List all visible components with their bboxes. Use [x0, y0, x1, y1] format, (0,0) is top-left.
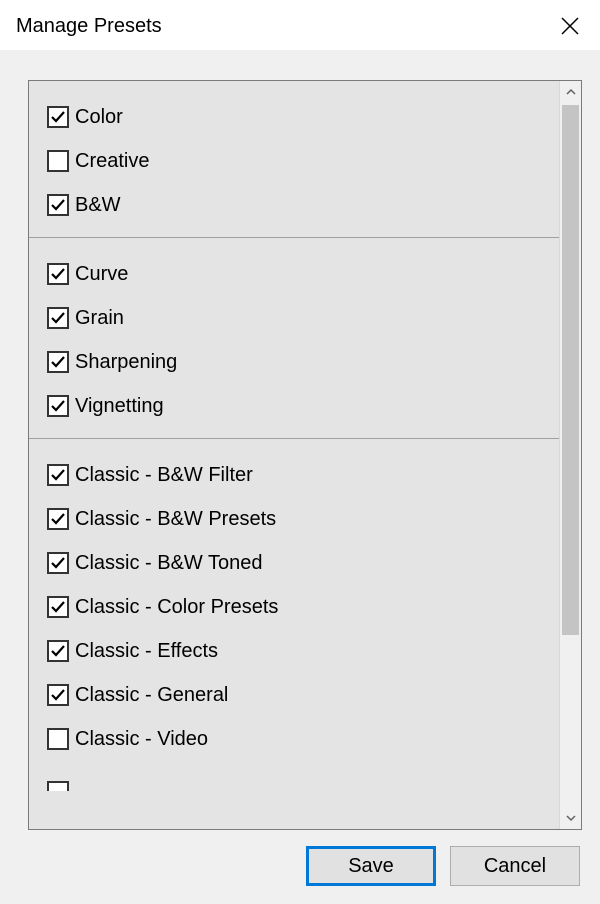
list-item: Classic - Effects — [29, 629, 559, 673]
list-item: B&W — [29, 183, 559, 227]
list-item: Creative — [29, 139, 559, 183]
list-item: Classic - B&W Toned — [29, 541, 559, 585]
checkbox[interactable] — [47, 552, 69, 574]
chevron-down-icon — [565, 812, 577, 824]
scroll-down-button[interactable] — [560, 807, 581, 829]
checkmark-icon — [50, 398, 66, 414]
checkmark-icon — [50, 643, 66, 659]
scrollbar[interactable] — [559, 81, 581, 829]
list-item-label: Classic - General — [75, 684, 228, 707]
list-item-label: Classic - B&W Presets — [75, 508, 276, 531]
checkbox[interactable] — [47, 640, 69, 662]
list-item-label: Grain — [75, 307, 124, 330]
list-item: Vignetting — [29, 384, 559, 428]
scroll-up-button[interactable] — [560, 81, 581, 103]
checkbox[interactable] — [47, 684, 69, 706]
cancel-button[interactable]: Cancel — [450, 846, 580, 886]
list-group-partial — [29, 771, 559, 801]
list-item-label: Curve — [75, 263, 128, 286]
dialog-title: Manage Presets — [16, 15, 162, 38]
chevron-up-icon — [565, 86, 577, 98]
dialog-body: Color Creative B&W Curve Grain Sharpening Vign… — [0, 50, 600, 904]
list-item-label: Classic - B&W Toned — [75, 552, 262, 575]
scroll-thumb[interactable] — [562, 105, 579, 635]
list-item: Color — [29, 95, 559, 139]
close-button[interactable] — [554, 10, 586, 42]
list-item: Classic - Video — [29, 717, 559, 761]
list-item-label: Color — [75, 106, 123, 129]
list-item: Grain — [29, 296, 559, 340]
checkmark-icon — [50, 310, 66, 326]
checkbox[interactable] — [47, 150, 69, 172]
list-item-label: Sharpening — [75, 351, 177, 374]
list-item-label: Classic - Video — [75, 728, 208, 751]
close-icon — [561, 17, 579, 35]
list-item: Classic - General — [29, 673, 559, 717]
list-item: Classic - Color Presets — [29, 585, 559, 629]
list-group: Color Creative B&W — [29, 81, 559, 238]
checkmark-icon — [50, 354, 66, 370]
checkmark-icon — [50, 197, 66, 213]
checkbox-partial[interactable] — [47, 781, 69, 791]
list-group: Curve Grain Sharpening Vignetting — [29, 238, 559, 439]
button-row: Save Cancel — [28, 830, 582, 886]
checkbox[interactable] — [47, 351, 69, 373]
checkbox[interactable] — [47, 596, 69, 618]
checkmark-icon — [50, 555, 66, 571]
checkmark-icon — [50, 109, 66, 125]
checkmark-icon — [50, 599, 66, 615]
checkmark-icon — [50, 687, 66, 703]
preset-list-container: Color Creative B&W Curve Grain Sharpening Vign… — [28, 80, 582, 830]
checkbox[interactable] — [47, 106, 69, 128]
checkmark-icon — [50, 266, 66, 282]
list-item-label: B&W — [75, 194, 121, 217]
checkbox[interactable] — [47, 464, 69, 486]
list-item-label: Classic - Effects — [75, 640, 218, 663]
checkbox[interactable] — [47, 728, 69, 750]
list-item: Classic - B&W Presets — [29, 497, 559, 541]
list-item: Classic - B&W Filter — [29, 453, 559, 497]
list-group: Classic - B&W Filter Classic - B&W Preset… — [29, 439, 559, 771]
list-item-label: Classic - Color Presets — [75, 596, 278, 619]
checkbox[interactable] — [47, 263, 69, 285]
list-item-label: Classic - B&W Filter — [75, 464, 253, 487]
checkmark-icon — [50, 511, 66, 527]
checkbox[interactable] — [47, 395, 69, 417]
save-button[interactable]: Save — [306, 846, 436, 886]
checkbox[interactable] — [47, 508, 69, 530]
titlebar: Manage Presets — [0, 0, 600, 50]
list-item: Sharpening — [29, 340, 559, 384]
list-item: Curve — [29, 252, 559, 296]
checkbox[interactable] — [47, 307, 69, 329]
checkbox[interactable] — [47, 194, 69, 216]
list-item-label: Vignetting — [75, 395, 164, 418]
preset-list-scroll: Color Creative B&W Curve Grain Sharpening Vign… — [29, 81, 559, 829]
checkmark-icon — [50, 467, 66, 483]
list-item-label: Creative — [75, 150, 149, 173]
